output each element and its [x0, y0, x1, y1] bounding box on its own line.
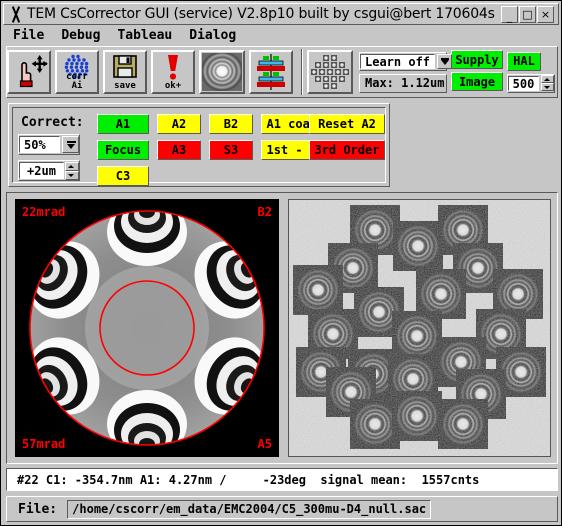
tableau-button[interactable]	[307, 50, 353, 94]
defocus-value[interactable]: +2um	[19, 162, 64, 179]
tableau-render	[288, 199, 551, 457]
pointer-move-tool[interactable]	[7, 50, 51, 94]
save-label: save	[114, 81, 136, 91]
supply-image-column: Supply Image	[451, 49, 503, 95]
correct-button-a3[interactable]: A3	[157, 140, 201, 160]
chevron-down-icon[interactable]	[62, 136, 79, 153]
floppy-disk-icon	[113, 55, 137, 78]
percent-value: 50%	[19, 136, 60, 153]
file-label: File:	[18, 501, 58, 517]
learn-column: Learn off Max: 1.12um	[359, 49, 453, 95]
percent-dropdown[interactable]: 50%	[18, 134, 80, 155]
phase-plate-label-top-left: 22mrad	[22, 205, 66, 219]
defocus-stepper[interactable]: +2um	[18, 160, 80, 181]
correct-button-focus[interactable]: Focus	[97, 140, 149, 160]
correct-label: Correct:	[21, 115, 84, 130]
correct-button-3rd-order[interactable]: 3rd Order	[309, 140, 385, 160]
maximize-button[interactable]: □	[519, 5, 536, 23]
correct-button-c3[interactable]: C3	[97, 166, 149, 186]
status-bar: #22 C1: -354.7nm A1: 4.27nm / -23deg sig…	[6, 468, 558, 491]
menu-item-tableau[interactable]: Tableau	[110, 27, 179, 44]
image-panel: 22mrad B2 57mrad A5	[6, 192, 558, 464]
stepper-arrows	[541, 75, 554, 91]
title-bar: TEM CsCorrector GUI (service) V2.8p10 bu…	[3, 3, 559, 25]
image-value-stepper[interactable]: 500	[507, 73, 555, 93]
correct-panel: Correct: 50% +2um A1 A2 B2 A1 coarse Res…	[8, 103, 390, 187]
correct-button-b2[interactable]: B2	[209, 114, 253, 134]
hand-pointer-move-icon	[19, 55, 48, 88]
close-button[interactable]: ×	[537, 5, 554, 23]
corr-ai-button[interactable]: corr Ai	[55, 50, 99, 94]
correct-button-a2[interactable]: A2	[157, 114, 201, 134]
menu-item-file[interactable]: File	[6, 27, 51, 44]
correct-button-reset-a2[interactable]: Reset A2	[309, 114, 385, 134]
status-text: #22 C1: -354.7nm A1: 4.27nm / -23deg sig…	[17, 472, 480, 487]
save-button[interactable]: save	[103, 50, 147, 94]
stepper-up-icon[interactable]	[65, 161, 79, 171]
stepper-down-icon[interactable]	[541, 83, 554, 91]
chevron-down-icon[interactable]	[437, 53, 453, 69]
file-path-field[interactable]: /home/cscorr/em_data/EMC2004/C5_300mu-D4…	[67, 499, 432, 519]
toolbar-separator	[301, 49, 303, 95]
ronchigram-icon	[202, 53, 242, 91]
correct-panel-inner: Correct: 50% +2um A1 A2 B2 A1 coarse Res…	[12, 107, 386, 186]
ok-button[interactable]: ok+	[151, 50, 195, 94]
phase-plate-image[interactable]: 22mrad B2 57mrad A5	[15, 199, 279, 457]
ok-label: ok+	[164, 81, 182, 91]
corrector-column-button[interactable]	[249, 50, 293, 94]
stepper-up-icon[interactable]	[541, 75, 554, 83]
corrector-column-icon	[257, 54, 285, 90]
correct-button-s3[interactable]: S3	[209, 140, 253, 160]
tableau-grid-icon	[310, 53, 350, 91]
exclamation-mark-icon	[168, 55, 178, 80]
phase-plate-label-bottom-left: 57mrad	[22, 437, 66, 451]
max-readout: Max: 1.12um	[359, 73, 447, 93]
corr-ai-label-bottom: Ai	[71, 81, 83, 91]
close-icon: ×	[540, 7, 551, 21]
learn-mode-dropdown[interactable]: Learn off	[359, 51, 453, 71]
toolbar-controls: Learn off Max: 1.12um Supply Image HAL 5…	[359, 49, 559, 95]
minimize-button[interactable]: _	[501, 5, 518, 23]
window-controls: _ □ ×	[501, 5, 555, 23]
supply-button[interactable]: Supply	[451, 50, 503, 69]
minimize-icon: _	[506, 9, 513, 23]
menu-item-dialog[interactable]: Dialog	[182, 27, 243, 44]
toolbar-icon-group: corr Ai save ok+	[7, 48, 357, 96]
phase-plate-render	[15, 199, 279, 457]
hal-value-column: HAL 500	[507, 49, 555, 95]
learn-mode-value: Learn off	[360, 53, 436, 69]
ronchigram-button[interactable]	[199, 50, 245, 94]
defocus-stepper-arrows	[65, 161, 79, 180]
menu-item-debug[interactable]: Debug	[54, 27, 107, 44]
cscorrector-window: TEM CsCorrector GUI (service) V2.8p10 bu…	[0, 0, 562, 526]
stepper-down-icon[interactable]	[65, 170, 79, 180]
file-bar: File: /home/cscorr/em_data/EMC2004/C5_30…	[6, 496, 558, 522]
hal-button[interactable]: HAL	[507, 51, 541, 71]
correct-button-a1[interactable]: A1	[97, 114, 149, 134]
phase-plate-label-bottom-right: A5	[257, 437, 272, 451]
toolbar: corr Ai save ok+ Learn off Max: 1.12um S…	[6, 46, 558, 98]
menu-bar: File Debug Tableau Dialog	[3, 26, 559, 45]
phase-plate-label-top-right: B2	[257, 205, 272, 219]
image-button[interactable]: Image	[451, 72, 503, 91]
x-window-icon	[8, 6, 24, 23]
diffractogram-tableau-image[interactable]	[288, 199, 551, 457]
maximize-icon: □	[522, 7, 533, 21]
window-title: TEM CsCorrector GUI (service) V2.8p10 bu…	[27, 6, 495, 22]
image-value-field[interactable]: 500	[508, 75, 539, 91]
